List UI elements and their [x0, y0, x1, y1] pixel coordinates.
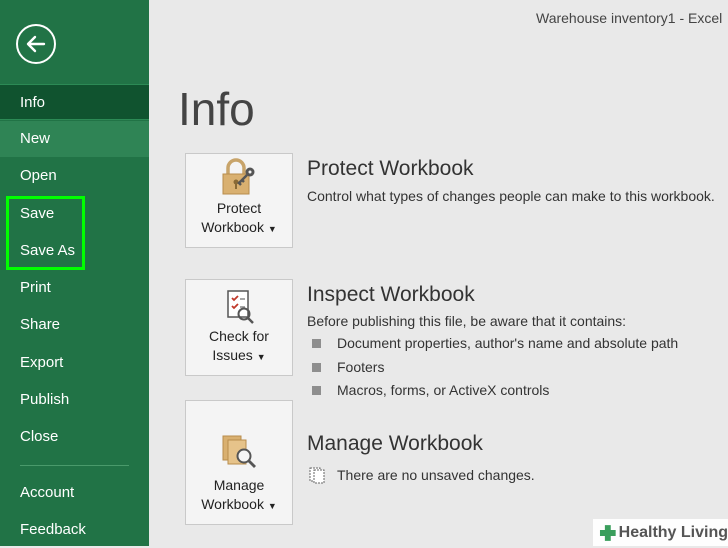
dropdown-caret-icon: ▼: [256, 352, 266, 362]
back-button[interactable]: [16, 24, 56, 64]
sidebar-item-feedback[interactable]: Feedback: [0, 512, 149, 548]
sidebar-item-account[interactable]: Account: [0, 475, 149, 511]
sidebar-item-label: Open: [20, 167, 57, 184]
inspect-bullet-item: Footers: [337, 359, 385, 375]
sidebar-item-label: Publish: [20, 391, 70, 408]
sidebar-item-label: Export: [20, 354, 64, 371]
inspect-workbook-desc: Before publishing this file, be aware th…: [307, 313, 627, 329]
sidebar-item-label: Account: [20, 484, 75, 501]
back-arrow-icon: [26, 35, 46, 53]
protect-button-line1: Protect: [216, 200, 262, 216]
manage-workbook-button[interactable]: Manage Workbook ▼: [185, 400, 293, 525]
inspect-button-line1: Check for: [209, 328, 269, 344]
sidebar-item-label: Share: [20, 316, 61, 333]
sidebar-item-publish[interactable]: Publish: [0, 382, 149, 418]
dropdown-caret-icon: ▼: [267, 501, 277, 511]
manage-button-line1: Manage: [213, 477, 265, 493]
inspect-button-line2: Issues: [212, 347, 253, 363]
inspect-bullet-item: Macros, forms, or ActiveX controls: [337, 382, 550, 398]
window-title: Warehouse inventory1 - Excel: [536, 10, 723, 26]
protect-button-line2: Workbook: [201, 219, 264, 235]
manage-workbook-title: Manage Workbook: [307, 432, 483, 455]
sidebar-item-label: Info: [20, 94, 46, 111]
manage-workbook-desc: There are no unsaved changes.: [337, 467, 535, 483]
watermark-text: Healthy Living: [618, 523, 728, 541]
sidebar-item-info[interactable]: Info: [0, 84, 149, 120]
save-highlight-box: [6, 196, 85, 270]
sidebar-item-open[interactable]: Open: [0, 158, 149, 194]
document-stack-icon: [309, 467, 325, 484]
check-for-issues-button[interactable]: Check for Issues ▼: [185, 279, 293, 376]
checklist-magnifier-icon: [227, 290, 254, 324]
sidebar-item-label: Close: [20, 428, 59, 445]
sidebar-item-share[interactable]: Share: [0, 307, 149, 343]
manage-button-line2: Workbook: [201, 496, 264, 512]
sidebar-item-new[interactable]: New: [0, 121, 149, 157]
bullet-icon: [312, 386, 321, 395]
protect-workbook-title: Protect Workbook: [307, 157, 474, 180]
cross-logo-icon: [599, 524, 616, 541]
bullet-icon: [312, 363, 321, 372]
sidebar-item-label: Print: [20, 279, 51, 296]
sidebar-item-label: Feedback: [20, 521, 86, 538]
page-title: Info: [178, 83, 255, 135]
sidebar-divider: [20, 465, 129, 466]
inspect-workbook-title: Inspect Workbook: [307, 283, 475, 306]
dropdown-caret-icon: ▼: [267, 224, 277, 234]
protect-workbook-desc: Control what types of changes people can…: [307, 188, 715, 204]
protect-workbook-button[interactable]: Protect Workbook ▼: [185, 153, 293, 248]
bullet-icon: [312, 339, 321, 348]
healthy-living-watermark: Healthy Living: [593, 519, 728, 546]
lock-key-icon: [222, 158, 255, 195]
sidebar-item-export[interactable]: Export: [0, 345, 149, 381]
sidebar-item-close[interactable]: Close: [0, 419, 149, 455]
sidebar-item-label: New: [20, 130, 51, 147]
manage-documents-icon: [222, 435, 256, 468]
sidebar-item-print[interactable]: Print: [0, 270, 149, 306]
inspect-bullet-item: Document properties, author's name and a…: [337, 335, 679, 351]
backstage-sidebar: Info New Open Save Save As Print Share E…: [0, 0, 149, 546]
